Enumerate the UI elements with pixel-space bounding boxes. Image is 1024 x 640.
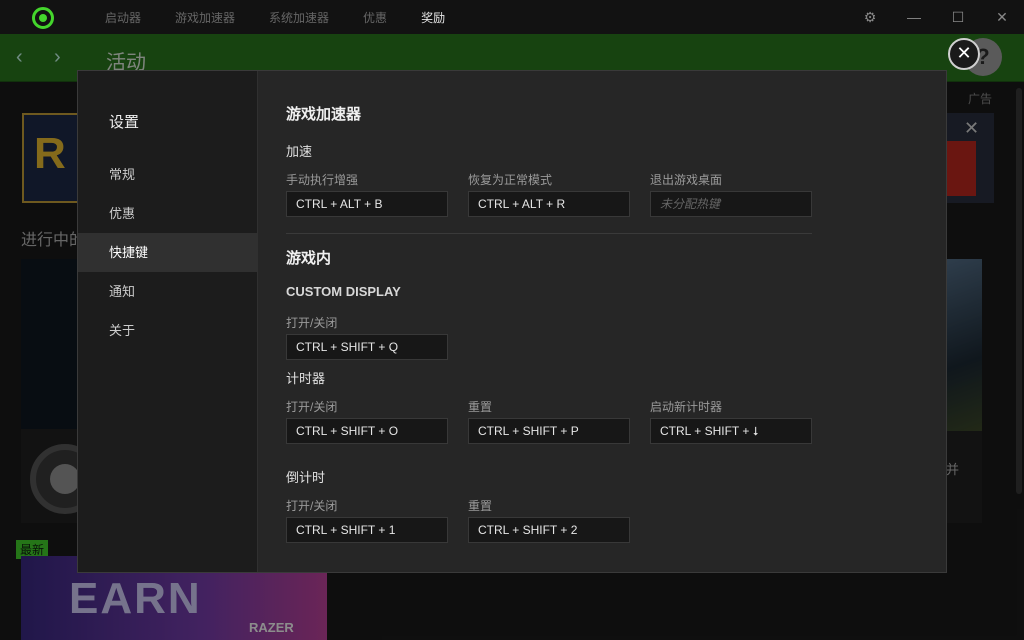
restore-normal-hotkey-field[interactable]: CTRL + ALT + R [468, 191, 630, 217]
settings-heading: 设置 [109, 114, 140, 131]
sidebar-item-general[interactable]: 常规 [78, 155, 257, 194]
nav-item-launcher[interactable]: 启动器 [105, 9, 141, 26]
nav-item-rewards[interactable]: 奖励 [421, 9, 445, 26]
hotkeys-panel: 游戏加速器 加速 手动执行增强 CTRL + ALT + B 恢复为正常模式 C… [258, 71, 946, 572]
timer-reset-label: 重置 [468, 400, 493, 414]
close-dialog-button[interactable]: ✕ [948, 38, 980, 70]
new-timer-hotkey-field[interactable]: CTRL + SHIFT + ⭣ [650, 418, 812, 444]
countdown-reset-label: 重置 [468, 499, 493, 513]
settings-button[interactable]: ⚙ [848, 0, 892, 34]
countdown-toggle-hotkey-field[interactable]: CTRL + SHIFT + 1 [286, 517, 448, 543]
countdown-reset-hotkey-field[interactable]: CTRL + SHIFT + 2 [468, 517, 630, 543]
game-booster-title: 游戏加速器 [286, 106, 362, 123]
timer-toggle-hotkey-field[interactable]: CTRL + SHIFT + O [286, 418, 448, 444]
settings-sidebar: 设置 常规 优惠 快捷键 通知 关于 [78, 71, 258, 572]
nav-item-system-booster[interactable]: 系统加速器 [269, 9, 329, 26]
sidebar-item-about[interactable]: 关于 [78, 311, 257, 350]
razer-cortex-logo-icon [32, 7, 54, 29]
sidebar-item-notifications[interactable]: 通知 [78, 272, 257, 311]
restore-normal-label: 恢复为正常模式 [468, 173, 553, 187]
timer-reset-hotkey-field[interactable]: CTRL + SHIFT + P [468, 418, 630, 444]
exit-game-desktop-hotkey-field[interactable]: 未分配热键 [650, 191, 812, 217]
boost-heading: 加速 [286, 144, 313, 159]
timer-toggle-label: 打开/关闭 [286, 400, 338, 414]
minimize-button[interactable]: — [892, 0, 936, 34]
settings-dialog: 设置 常规 优惠 快捷键 通知 关于 游戏加速器 加速 手动执行增强 CTRL … [77, 70, 947, 573]
close-window-button[interactable]: ✕ [980, 0, 1024, 34]
section-divider [286, 233, 812, 234]
countdown-heading: 倒计时 [286, 470, 326, 485]
gear-icon: ⚙ [863, 8, 877, 25]
manual-boost-hotkey-field[interactable]: CTRL + ALT + B [286, 191, 448, 217]
nav-item-deals[interactable]: 优惠 [363, 9, 387, 26]
timer-heading: 计时器 [286, 371, 326, 386]
custom-display-toggle-label: 打开/关闭 [286, 316, 338, 330]
window-controls: ⚙ — ☐ ✕ [848, 0, 1024, 34]
custom-display-heading: CUSTOM DISPLAY [286, 284, 401, 299]
nav-item-game-booster[interactable]: 游戏加速器 [175, 9, 235, 26]
title-bar: 启动器 游戏加速器 系统加速器 优惠 奖励 ⚙ — ☐ ✕ [0, 0, 1024, 34]
maximize-button[interactable]: ☐ [936, 0, 980, 34]
main-nav: 启动器 游戏加速器 系统加速器 优惠 奖励 [88, 0, 462, 34]
custom-display-toggle-hotkey-field[interactable]: CTRL + SHIFT + Q [286, 334, 448, 360]
exit-game-desktop-label: 退出游戏桌面 [650, 173, 723, 187]
new-timer-label: 启动新计时器 [650, 400, 723, 414]
sidebar-item-deals[interactable]: 优惠 [78, 194, 257, 233]
manual-boost-label: 手动执行增强 [286, 173, 359, 187]
countdown-toggle-label: 打开/关闭 [286, 499, 338, 513]
sidebar-item-hotkeys[interactable]: 快捷键 [78, 233, 257, 272]
ingame-title: 游戏内 [286, 250, 332, 267]
